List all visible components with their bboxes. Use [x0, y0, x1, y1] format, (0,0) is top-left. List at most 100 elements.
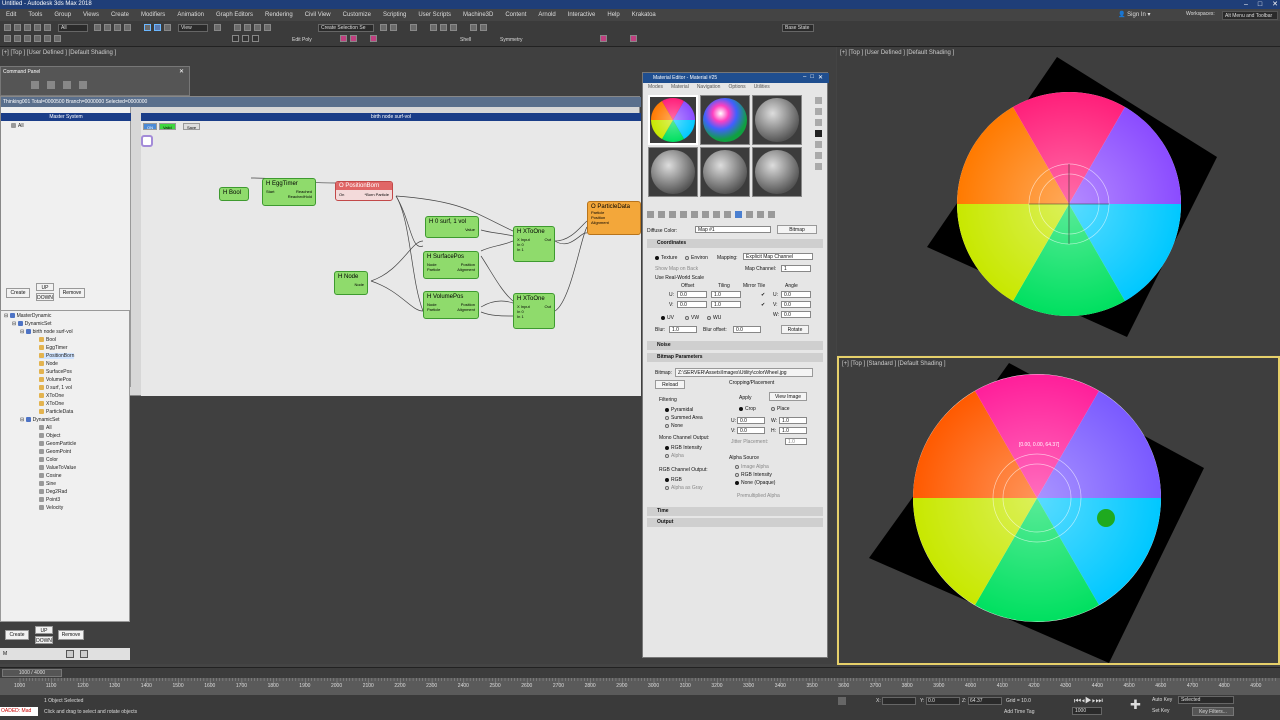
menu-animation[interactable]: Animation — [171, 12, 210, 18]
remove-button[interactable]: Remove — [59, 288, 85, 298]
put-to-scene-icon[interactable] — [658, 211, 665, 218]
none-radio[interactable]: None — [665, 423, 683, 429]
box-prim-icon[interactable] — [242, 35, 249, 42]
utilities-tab-icon[interactable] — [79, 81, 87, 89]
close-icon[interactable]: ✕ — [1272, 0, 1278, 9]
menu-rendering[interactable]: Rendering — [259, 12, 299, 18]
link-icon[interactable] — [24, 24, 31, 31]
menu-graph-editors[interactable]: Graph Editors — [210, 12, 259, 18]
tree-up-button[interactable]: UP — [35, 626, 53, 634]
mirror-icon[interactable] — [380, 24, 387, 31]
named-selection-set[interactable]: Create Selection Se — [318, 24, 374, 32]
menu-user-scripts[interactable]: User Scripts — [412, 12, 457, 18]
noise-rollout[interactable]: Noise — [647, 341, 823, 350]
track-bar[interactable]: 1000 1100 1200 1300 1400 1500 1600 1700 1800 1900… — [0, 678, 1280, 695]
viewport-top-right[interactable]: [+] [Top ] [User Defined ] [Default Shad… — [837, 47, 1280, 355]
paint-select-icon[interactable] — [350, 35, 357, 42]
w-angle-field[interactable]: 0.0 — [781, 311, 811, 318]
show-map-icon[interactable] — [735, 211, 742, 218]
set-key-icon[interactable]: ✚ — [1130, 698, 1144, 712]
tree-item-particledata[interactable]: ParticleData — [39, 409, 73, 415]
assign-material-icon[interactable] — [669, 211, 676, 218]
menu-krakatoa[interactable]: Krakatoa — [626, 12, 662, 18]
hierarchy-icon[interactable] — [24, 35, 31, 42]
menu-utilities[interactable]: Utilities — [754, 83, 770, 92]
menu-modes[interactable]: Modes — [648, 83, 663, 92]
crop-radio[interactable]: Crop — [739, 406, 756, 412]
u-tiling-field[interactable]: 1.0 — [711, 291, 741, 298]
move-icon[interactable] — [144, 24, 151, 31]
menu-views[interactable]: Views — [77, 12, 105, 18]
menu-group[interactable]: Group — [48, 12, 77, 18]
copy-material-icon[interactable] — [691, 211, 698, 218]
time-rollout[interactable]: Time — [647, 507, 823, 516]
tree-item-positionborn[interactable]: PositionBorn — [39, 353, 75, 359]
map-channel-field[interactable]: 1 — [781, 265, 811, 272]
v-angle-field[interactable]: 0.0 — [781, 301, 811, 308]
node-surf-vol[interactable]: H 0 surf, 1 vol Value — [425, 216, 479, 238]
y-field[interactable]: 0.0 — [926, 697, 960, 705]
backlight-icon[interactable] — [815, 108, 822, 115]
u-angle-field[interactable]: 0.0 — [781, 291, 811, 298]
play-icon[interactable]: ▶ — [1085, 696, 1092, 705]
reload-button[interactable]: Reload — [655, 380, 685, 389]
tree-item-surfacepos[interactable]: SurfacePos — [39, 369, 72, 375]
key-set-select[interactable]: Selected — [1178, 696, 1234, 704]
rotate-button[interactable]: Rotate — [781, 325, 809, 334]
create-button[interactable]: Create — [6, 288, 30, 298]
menu-arnold[interactable]: Arnold — [532, 12, 561, 18]
undo-icon[interactable] — [4, 24, 11, 31]
u-mirror-check[interactable]: ✔ — [761, 292, 765, 298]
uv-tiling-icon[interactable] — [815, 130, 822, 137]
options-icon[interactable] — [815, 163, 822, 170]
alpha-as-gray-radio[interactable]: Alpha as Gray — [665, 485, 703, 491]
tree-item-sine[interactable]: Sine — [39, 481, 56, 487]
place-radio[interactable]: Place — [771, 406, 790, 412]
motion-icon[interactable] — [34, 35, 41, 42]
node-xtoone-1[interactable]: H XToOne X Input Out In 0 In 1 — [513, 226, 555, 262]
reference-coordinate-select[interactable]: View — [178, 24, 208, 32]
show-map-on-back-checkbox[interactable]: Show Map on Back — [655, 266, 698, 272]
wu-radio[interactable]: WU — [707, 315, 721, 321]
paste-icon[interactable] — [80, 650, 88, 658]
selection-filter[interactable]: All — [58, 24, 88, 32]
time-slider-thumb[interactable]: 1000 / 4000 — [2, 669, 62, 677]
create-icon[interactable] — [4, 35, 11, 42]
library-icon[interactable] — [713, 211, 720, 218]
crop-h-field[interactable]: 1.0 — [779, 427, 807, 434]
key-filters-button[interactable]: Key Filters... — [1192, 707, 1234, 716]
down-button[interactable]: DOWN — [36, 293, 54, 301]
select-by-name-icon[interactable] — [104, 24, 111, 31]
make-preview-icon[interactable] — [815, 152, 822, 159]
snap-icon[interactable] — [234, 24, 241, 31]
menu-edit[interactable]: Edit — [0, 12, 22, 18]
none-opaque-radio[interactable]: None (Opaque) — [735, 480, 775, 486]
tree-item-masterdynamic[interactable]: ⊟ MasterDynamic — [4, 313, 51, 319]
menu-scripting[interactable]: Scripting — [377, 12, 412, 18]
tree-item-eggtimer[interactable]: EggTimer — [39, 345, 68, 351]
sample-slot-6[interactable] — [752, 147, 802, 197]
sample-slot-1[interactable] — [648, 95, 698, 145]
render-icon[interactable] — [480, 24, 487, 31]
up-button[interactable]: UP — [36, 283, 54, 291]
menu-interactive[interactable]: Interactive — [562, 12, 602, 18]
tree-item-dynamicset[interactable]: ⊟ DynamicSet — [12, 321, 52, 327]
crop-v-field[interactable]: 0.0 — [737, 427, 765, 434]
tree-item-cosine[interactable]: Cosine — [39, 473, 62, 479]
go-sibling-icon[interactable] — [768, 211, 775, 218]
sign-in-link[interactable]: 👤 Sign In ▾ — [1118, 11, 1151, 18]
align-icon[interactable] — [390, 24, 397, 31]
rotate-icon[interactable] — [154, 24, 161, 31]
tree-item-object[interactable]: Object — [39, 433, 60, 439]
material-editor-icon[interactable] — [450, 24, 457, 31]
tree-down-button[interactable]: DOWN — [35, 636, 53, 644]
tree-item-valuetovalue[interactable]: ValueToValue — [39, 465, 76, 471]
view-image-button[interactable]: View Image — [769, 392, 807, 401]
tree-item-xtoone[interactable]: XToOne — [39, 393, 64, 399]
menu-tools[interactable]: Tools — [22, 12, 48, 18]
minimize-icon[interactable]: – — [803, 74, 806, 81]
node-bool[interactable]: H Bool — [219, 187, 249, 201]
map-name-field[interactable]: Map #1 — [695, 226, 771, 233]
auto-key-button[interactable]: Auto Key — [1152, 697, 1172, 703]
set-key-button[interactable]: Set Key — [1152, 708, 1170, 714]
